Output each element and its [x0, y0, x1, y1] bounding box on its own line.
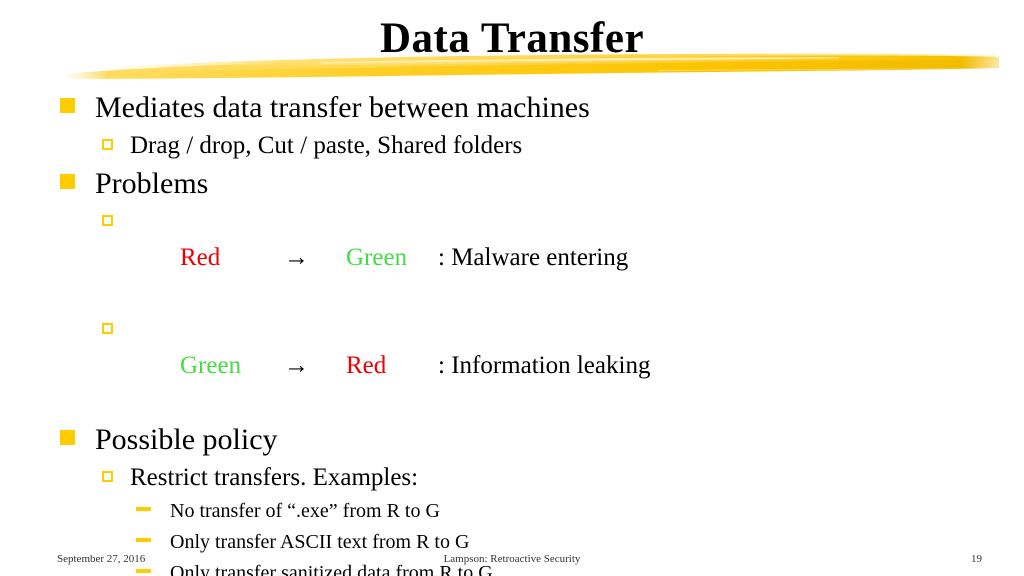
list-item-label: Restrict transfers. Examples: — [130, 464, 419, 491]
list-item-label: Problems — [95, 167, 209, 200]
bullet-square-hollow-icon — [102, 323, 113, 334]
arrow-right-icon: → — [284, 244, 309, 271]
arrow-right-icon: → — [284, 352, 309, 379]
list-item: Drag / drop, Cut / paste, Shared folders — [0, 128, 1024, 164]
slide-body: Mediates data transfer between machines … — [0, 88, 1024, 576]
flow-target-label: Red — [346, 352, 387, 379]
flow-description: : Malware entering — [438, 244, 629, 271]
list-item: Restrict transfers. Examples: — [0, 460, 1024, 496]
list-item-label: Mediates data transfer between machines — [95, 91, 590, 124]
flow-target-label: Green — [346, 244, 408, 271]
list-item-flow-red-to-green: Red → Green : Malware entering — [0, 204, 1024, 312]
list-item-flow-green-to-red: Green → Red : Information leaking — [0, 312, 1024, 420]
flow-description: : Information leaking — [438, 352, 651, 379]
page-title: Data Transfer — [379, 15, 645, 62]
bullet-dash-icon — [136, 538, 151, 542]
bullet-dash-icon — [136, 507, 151, 511]
slide-footer: September 27, 2016 Lampson: Retroactive … — [0, 552, 1024, 572]
footer-page-number: 19 — [971, 553, 982, 565]
flow-source-label: Green — [180, 352, 242, 379]
list-item: No transfer of “.exe” from R to G — [0, 496, 1024, 527]
list-item-label: Drag / drop, Cut / paste, Shared folders — [130, 132, 523, 159]
list-item-label: Possible policy — [95, 423, 278, 456]
list-item: Problems — [0, 164, 1024, 204]
slide: Data Transfer Mediates data transfer bet… — [0, 0, 1024, 576]
bullet-square-filled-icon — [60, 430, 75, 445]
list-item: Mediates data transfer between machines — [0, 88, 1024, 128]
bullet-square-hollow-icon — [102, 471, 113, 482]
list-item-label: No transfer of “.exe” from R to G — [170, 500, 440, 522]
bullet-square-hollow-icon — [102, 139, 113, 150]
bullet-square-filled-icon — [60, 174, 75, 189]
bullet-square-filled-icon — [60, 98, 75, 113]
bullet-square-hollow-icon — [102, 215, 113, 226]
footer-title: Lampson: Retroactive Security — [443, 553, 581, 565]
list-item: Possible policy — [0, 420, 1024, 460]
flow-source-label: Red — [180, 244, 221, 271]
